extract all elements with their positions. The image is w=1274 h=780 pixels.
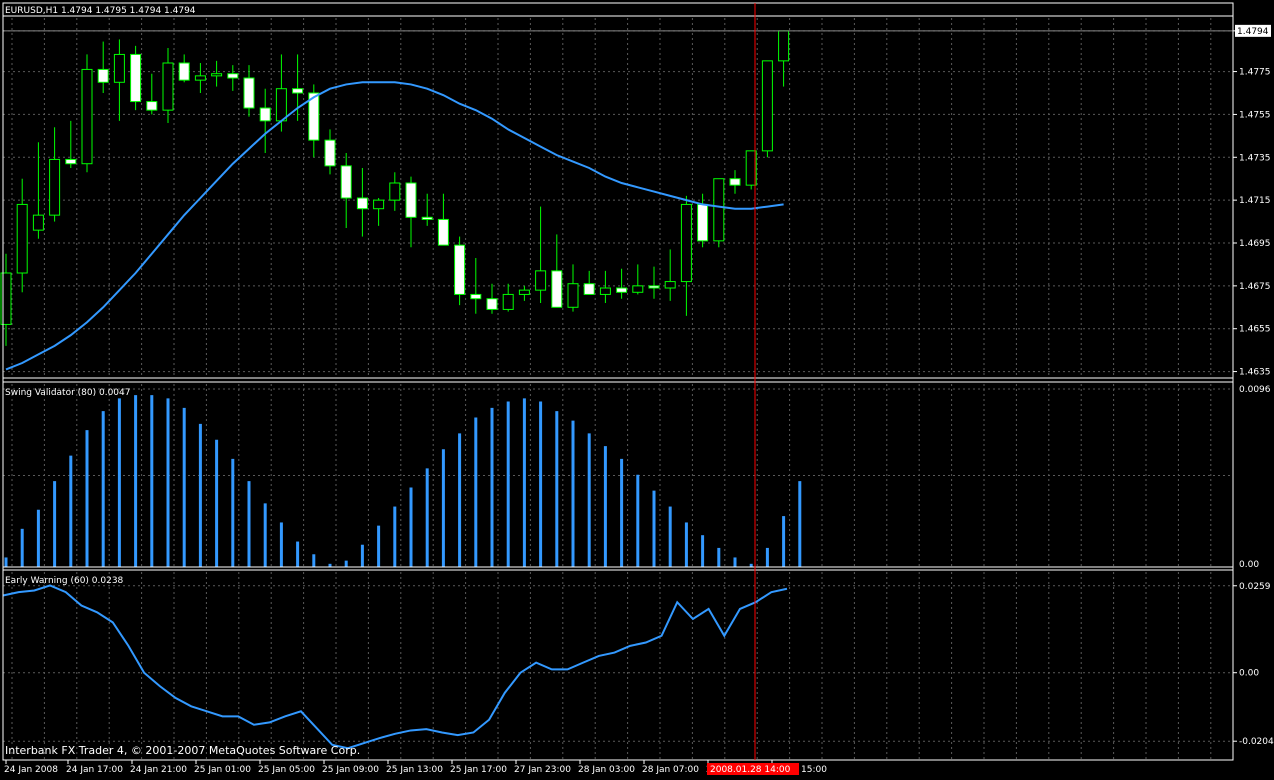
candle-bear[interactable] <box>243 77 255 109</box>
ew-tick-label: -0.0204 <box>1239 737 1274 747</box>
candle-bear[interactable] <box>324 139 336 167</box>
candle-bear[interactable] <box>227 73 239 79</box>
candle-bull[interactable] <box>535 270 547 291</box>
price-tick-label: 1.4695 <box>1239 239 1271 249</box>
candle-bull[interactable] <box>761 60 773 152</box>
candle-bull[interactable] <box>502 293 514 310</box>
early-warning-panel[interactable] <box>2 584 788 750</box>
chart-canvas[interactable]: 1.4794 1.4775 1.4755 1.4735 1.4715 1.4695 1.46… <box>0 0 1274 775</box>
early-warning-label: Early Warning (60) 0.0238 <box>5 576 124 586</box>
candle-bull[interactable] <box>194 75 206 81</box>
candle-bull[interactable] <box>518 289 530 295</box>
time-label: 24 Jan 17:00 <box>66 765 123 775</box>
candle-bear[interactable] <box>697 203 709 242</box>
current-price-label: 1.4794 <box>1237 27 1269 37</box>
candle-bull[interactable] <box>275 88 287 122</box>
candle-bull[interactable] <box>16 203 28 274</box>
time-label: 24 Jan 2008 <box>4 765 58 775</box>
time-label: 28 Jan 07:00 <box>642 765 699 775</box>
candle-bull[interactable] <box>32 214 44 231</box>
moving-average-line <box>5 81 784 371</box>
candle-bull[interactable] <box>373 199 385 210</box>
candle-bear[interactable] <box>97 68 109 83</box>
time-label: 25 Jan 01:00 <box>194 765 251 775</box>
time-label: 25 Jan 09:00 <box>322 765 379 775</box>
time-label: 25 Jan 05:00 <box>258 765 315 775</box>
price-tick-label: 1.4775 <box>1239 68 1271 78</box>
price-axis: 1.4794 1.4775 1.4755 1.4735 1.4715 1.4695 1.46… <box>1233 24 1274 747</box>
price-tick-label: 1.4655 <box>1239 325 1271 335</box>
candle-bull[interactable] <box>211 73 223 77</box>
price-tick-label: 1.4715 <box>1239 196 1271 206</box>
candle-bear[interactable] <box>551 270 563 308</box>
candle-bear[interactable] <box>292 88 304 94</box>
price-tick-label: 1.4755 <box>1239 110 1271 120</box>
candle-bear[interactable] <box>65 158 77 165</box>
candle-bear[interactable] <box>470 293 482 300</box>
chart-window[interactable]: 1.4794 1.4775 1.4755 1.4735 1.4715 1.4695 1.46… <box>0 0 1274 775</box>
candle-bull[interactable] <box>599 287 611 295</box>
candle-bull[interactable] <box>567 283 579 308</box>
candle-bear[interactable] <box>454 244 466 295</box>
candle-bear[interactable] <box>340 165 352 199</box>
candle-bull[interactable] <box>389 182 401 201</box>
candle-bear[interactable] <box>729 178 741 186</box>
candle-bear[interactable] <box>130 53 142 103</box>
candle-bear[interactable] <box>259 107 271 122</box>
time-label: 27 Jan 23:00 <box>514 765 571 775</box>
candle-bull[interactable] <box>162 62 174 111</box>
candle-bear[interactable] <box>421 216 433 220</box>
candle-bear[interactable] <box>616 287 628 293</box>
time-label: 28 Jan 03:00 <box>578 765 635 775</box>
candle-bear[interactable] <box>405 182 417 218</box>
time-label: 25 Jan 13:00 <box>386 765 443 775</box>
price-tick-label: 1.4735 <box>1239 153 1271 163</box>
ew-tick-label: 0.00 <box>1239 669 1259 679</box>
copyright-text: Interbank FX Trader 4, © 2001-2007 MetaQ… <box>5 744 360 757</box>
price-tick-label: 1.4635 <box>1239 368 1271 378</box>
candle-bull[interactable] <box>778 30 790 62</box>
candle-bear[interactable] <box>146 101 158 111</box>
price-tick-label: 1.4675 <box>1239 282 1271 292</box>
ew-tick-label: 0.0259 <box>1239 582 1271 592</box>
swing-validator-panel[interactable] <box>4 395 802 567</box>
candle-bear[interactable] <box>437 218 449 246</box>
candle-bull[interactable] <box>713 178 725 242</box>
grid <box>3 18 1233 760</box>
swing-validator-label: Swing Validator (80) 0.0047 <box>5 388 130 398</box>
candle-bear[interactable] <box>356 197 368 210</box>
candle-bear[interactable] <box>583 283 595 295</box>
candle-bull[interactable] <box>664 281 676 289</box>
candle-bull[interactable] <box>113 53 125 83</box>
cursor-time-label: 2008.01.28 14:00 <box>710 765 791 775</box>
time-label: 24 Jan 21:00 <box>130 765 187 775</box>
candle-bull[interactable] <box>680 203 692 283</box>
candle-bull[interactable] <box>49 158 61 216</box>
candle-bear[interactable] <box>178 62 190 81</box>
candle-bear[interactable] <box>486 298 498 310</box>
time-axis: 24 Jan 2008 24 Jan 17:00 24 Jan 21:00 25 Ja… <box>4 760 827 775</box>
symbol-header: EURUSD,H1 1.4794 1.4795 1.4794 1.4794 <box>5 6 196 16</box>
candle-bear[interactable] <box>648 285 660 289</box>
time-label: 25 Jan 17:00 <box>450 765 507 775</box>
early-warning-line <box>2 584 788 750</box>
candle-bull[interactable] <box>81 68 93 165</box>
panel-frames <box>2 2 1234 761</box>
hist-tick-bottom: 0.00 <box>1239 560 1259 570</box>
candle-bull[interactable] <box>632 285 644 293</box>
hist-tick-top: 0.0096 <box>1239 385 1271 395</box>
